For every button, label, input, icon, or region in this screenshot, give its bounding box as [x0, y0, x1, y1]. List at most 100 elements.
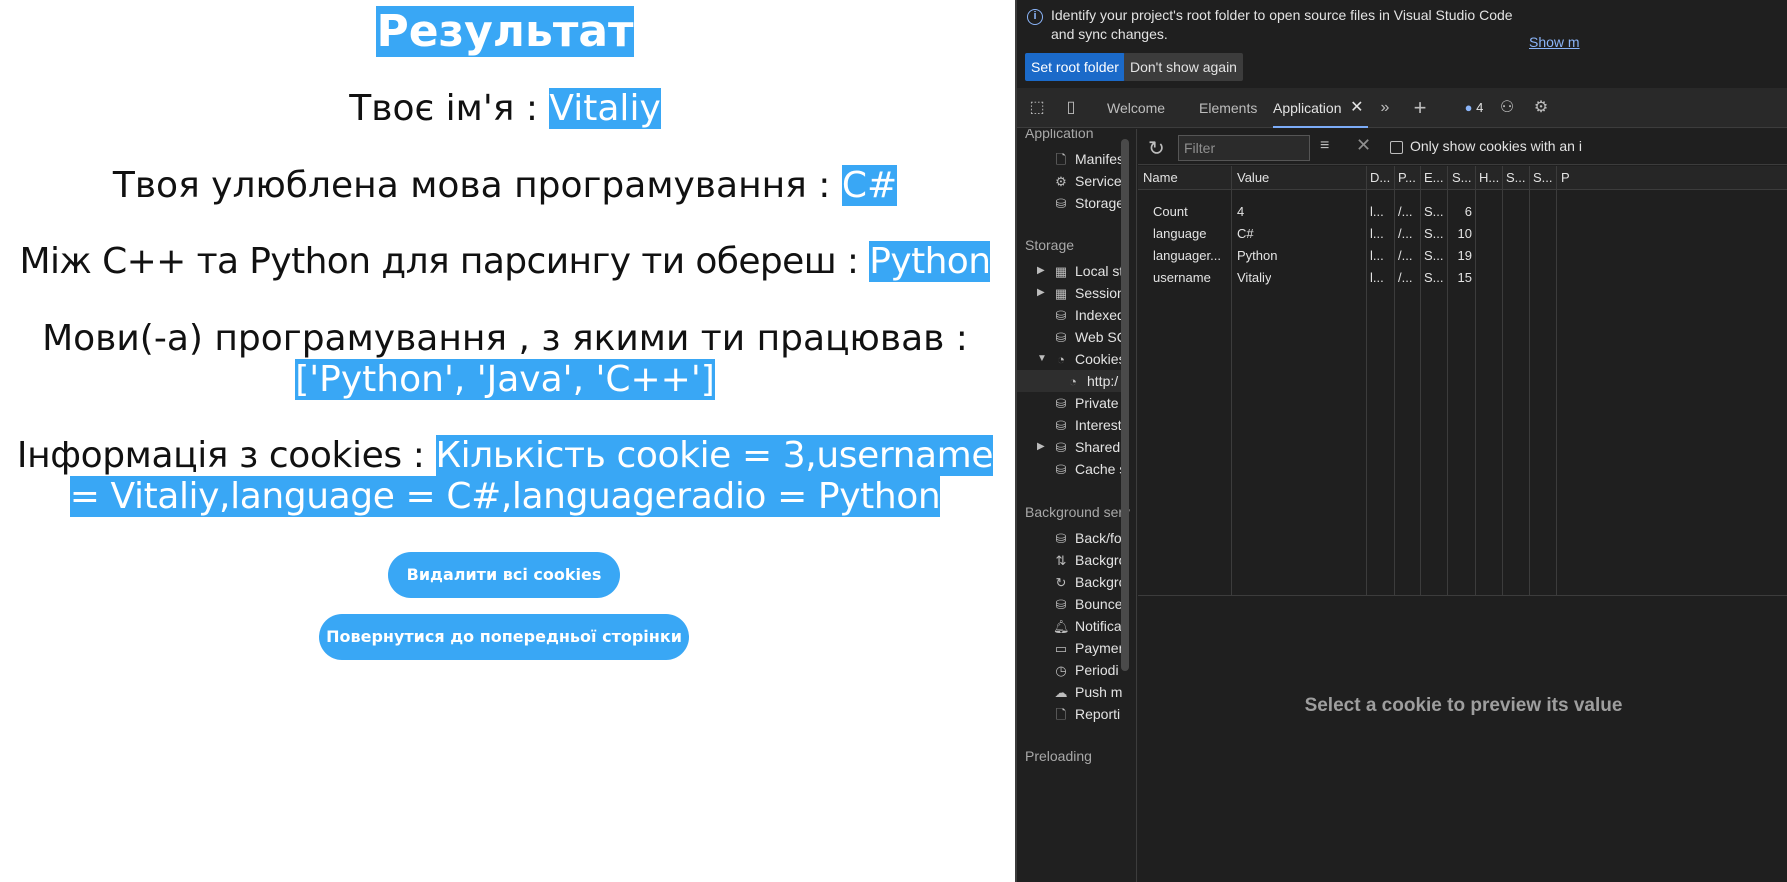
grid-icon: ▦: [1054, 286, 1068, 301]
column-header-name[interactable]: Name: [1143, 170, 1228, 185]
sidebar-item-background-sync[interactable]: ↻ Backgro: [1053, 571, 1127, 593]
column-header-size[interactable]: S...: [1452, 170, 1474, 185]
devtools-panel: i Identify your project's root folder to…: [1015, 0, 1787, 882]
sidebar-item-reporting-api[interactable]: 🗋 Reporti: [1053, 703, 1120, 725]
devtools-tabbar: ⬚ ▯ Welcome Elements Application ✕ » + ●…: [1017, 88, 1787, 128]
sync-icon: ↻: [1055, 575, 1067, 590]
sidebar-item-session-storage[interactable]: ▶ ▦ Session: [1037, 282, 1125, 304]
cookie-expires: S...: [1424, 204, 1444, 219]
settings-gear-icon[interactable]: ⚙: [1531, 98, 1551, 118]
inspect-element-icon[interactable]: ⬚: [1027, 98, 1047, 118]
sidebar-item-manifest[interactable]: 🗋 Manifes: [1053, 148, 1124, 170]
customize-icon[interactable]: ⚇: [1497, 98, 1517, 118]
cookie-preview-placeholder: Select a cookie to preview its value: [1304, 695, 1623, 716]
issues-badge[interactable]: ● 4: [1457, 98, 1491, 118]
more-tabs-icon[interactable]: »: [1375, 98, 1395, 118]
column-header-httponly[interactable]: H...: [1479, 170, 1501, 185]
filter-input[interactable]: [1178, 135, 1310, 161]
grid-icon: ▦: [1054, 264, 1068, 279]
parsing-choice-value: Python: [869, 241, 991, 282]
column-header-expires[interactable]: E...: [1424, 170, 1446, 185]
languages-value-line: ['Python', 'Java', 'C++']: [0, 359, 1010, 401]
set-root-folder-button[interactable]: Set root folder: [1025, 53, 1125, 81]
sidebar-item-cache-storage[interactable]: ⛁ Cache s: [1053, 458, 1127, 480]
cookie-domain: l...: [1370, 248, 1384, 263]
sidebar-item-shared-storage[interactable]: ▶ ⛁ Shared: [1037, 436, 1120, 458]
sidebar-item-interest-groups[interactable]: ⛁ Interest: [1053, 414, 1122, 436]
column-header-domain[interactable]: D...: [1370, 170, 1392, 185]
sidebar-item-payment-handler[interactable]: ▭ Paymen: [1053, 637, 1127, 659]
sidebar-item-background-fetch[interactable]: ⇅ Backgro: [1053, 549, 1127, 571]
sidebar-item-notifications[interactable]: 🔔︎ Notifica: [1053, 615, 1122, 637]
clear-all-cookies-icon[interactable]: ≡: [1320, 137, 1329, 155]
database-icon: ⛁: [1055, 418, 1067, 433]
favorite-language-label: Твоя улюблена мова програмування :: [112, 165, 842, 206]
tab-elements[interactable]: Elements: [1199, 88, 1257, 128]
cookie-path: /...: [1398, 204, 1413, 219]
database-icon: ⛁: [1055, 462, 1067, 477]
tab-application[interactable]: Application ✕: [1273, 88, 1368, 128]
database-icon: ⛁: [1055, 330, 1067, 345]
column-header-secure[interactable]: S...: [1506, 170, 1528, 185]
back-to-previous-page-button[interactable]: Повернутися до попередньої сторінки: [319, 614, 689, 660]
column-header-samesite[interactable]: S...: [1533, 170, 1555, 185]
cookie-path: /...: [1398, 270, 1413, 285]
sidebar-item-push-messaging[interactable]: ☁ Push m: [1053, 681, 1123, 703]
cookie-domain: l...: [1370, 270, 1384, 285]
cookie-expires: S...: [1424, 270, 1444, 285]
languages-value: ['Python', 'Java', 'C++']: [295, 359, 715, 400]
expand-arrow-icon[interactable]: ▶: [1037, 282, 1045, 304]
only-show-issues-checkbox[interactable]: [1390, 141, 1403, 154]
issues-count: 4: [1476, 100, 1484, 115]
page-title: Результат: [0, 6, 1010, 58]
tab-welcome[interactable]: Welcome: [1107, 88, 1165, 128]
sidebar-scrollbar[interactable]: [1121, 139, 1129, 671]
cookie-size: 6: [1464, 204, 1472, 219]
column-header-value[interactable]: Value: [1237, 170, 1362, 185]
delete-selected-icon[interactable]: ✕: [1356, 135, 1371, 156]
database-icon: ⛁: [1055, 531, 1067, 546]
cookie-domain: l...: [1370, 204, 1384, 219]
favorite-language-value: C#: [841, 165, 898, 206]
sidebar-item-cookie-origin[interactable]: ◔ http:/: [1017, 370, 1121, 392]
up-down-arrows-icon: ⇅: [1055, 553, 1067, 568]
sidebar-item-service-workers[interactable]: ⚙ Service: [1053, 170, 1122, 192]
column-header-priority[interactable]: P: [1561, 170, 1581, 185]
sidebar-item-cookies[interactable]: ▼ ◔ Cookies: [1037, 348, 1126, 370]
expand-arrow-icon[interactable]: ▶: [1037, 260, 1045, 282]
cookies-table-header: Name Value D... P... E... S... H... S...…: [1138, 166, 1787, 190]
refresh-icon[interactable]: ↻: [1148, 136, 1165, 161]
card-icon: ▭: [1054, 641, 1068, 656]
sidebar-item-bounce-tracking[interactable]: ⛁ Bounce: [1053, 593, 1123, 615]
sidebar-item-back-forward-cache[interactable]: ⛁ Back/fo: [1053, 527, 1122, 549]
device-emulation-icon[interactable]: ▯: [1061, 98, 1081, 118]
sidebar-item-storage[interactable]: ⛁ Storage: [1053, 192, 1125, 214]
sidebar-header-preloading: Preloading: [1025, 748, 1092, 764]
cookies-toolbar: ↻ ≡ ✕ Only show cookies with an i: [1138, 129, 1787, 165]
dont-show-again-button[interactable]: Don't show again: [1124, 53, 1243, 81]
cookies-info-line-2: = Vitaliy,language = C#,languageradio = …: [0, 476, 1010, 518]
clock-icon: ◷: [1055, 663, 1067, 678]
collapse-arrow-icon[interactable]: ▼: [1037, 348, 1047, 370]
sidebar-item-private-state-tokens[interactable]: ⛁ Private: [1053, 392, 1119, 414]
favorite-language-line: Твоя улюблена мова програмування : C#: [0, 165, 1010, 207]
cookies-view: ↻ ≡ ✕ Only show cookies with an i Name V…: [1138, 129, 1787, 882]
name-line: Твоє ім'я : Vitaliy: [0, 88, 1010, 130]
sidebar-item-periodic-sync[interactable]: ◷ Periodi: [1053, 659, 1118, 681]
root-folder-infobar: i Identify your project's root folder to…: [1017, 0, 1787, 88]
sidebar-item-web-sql[interactable]: ⛁ Web SQ: [1053, 326, 1128, 348]
result-page: Результат Твоє ім'я : Vitaliy Твоя улюбл…: [0, 0, 1015, 882]
expand-arrow-icon[interactable]: ▶: [1037, 436, 1045, 458]
cookie-name: language: [1153, 226, 1207, 241]
add-tab-icon[interactable]: +: [1410, 97, 1430, 119]
close-tab-icon[interactable]: ✕: [1350, 88, 1363, 128]
sidebar-item-local-storage[interactable]: ▶ ▦ Local st: [1037, 260, 1123, 282]
cookie-path: /...: [1398, 248, 1413, 263]
show-more-link[interactable]: Show m: [1529, 34, 1580, 50]
delete-all-cookies-button[interactable]: Видалити всі cookies: [388, 552, 620, 598]
cookie-name: languager...: [1153, 248, 1221, 263]
sidebar-item-indexeddb[interactable]: ⛁ Indexed: [1053, 304, 1125, 326]
application-sidebar: Application 🗋 Manifes ⚙ Service ⛁ Storage S…: [1017, 129, 1137, 882]
gear-icon: ⚙: [1055, 174, 1067, 189]
column-header-path[interactable]: P...: [1398, 170, 1420, 185]
